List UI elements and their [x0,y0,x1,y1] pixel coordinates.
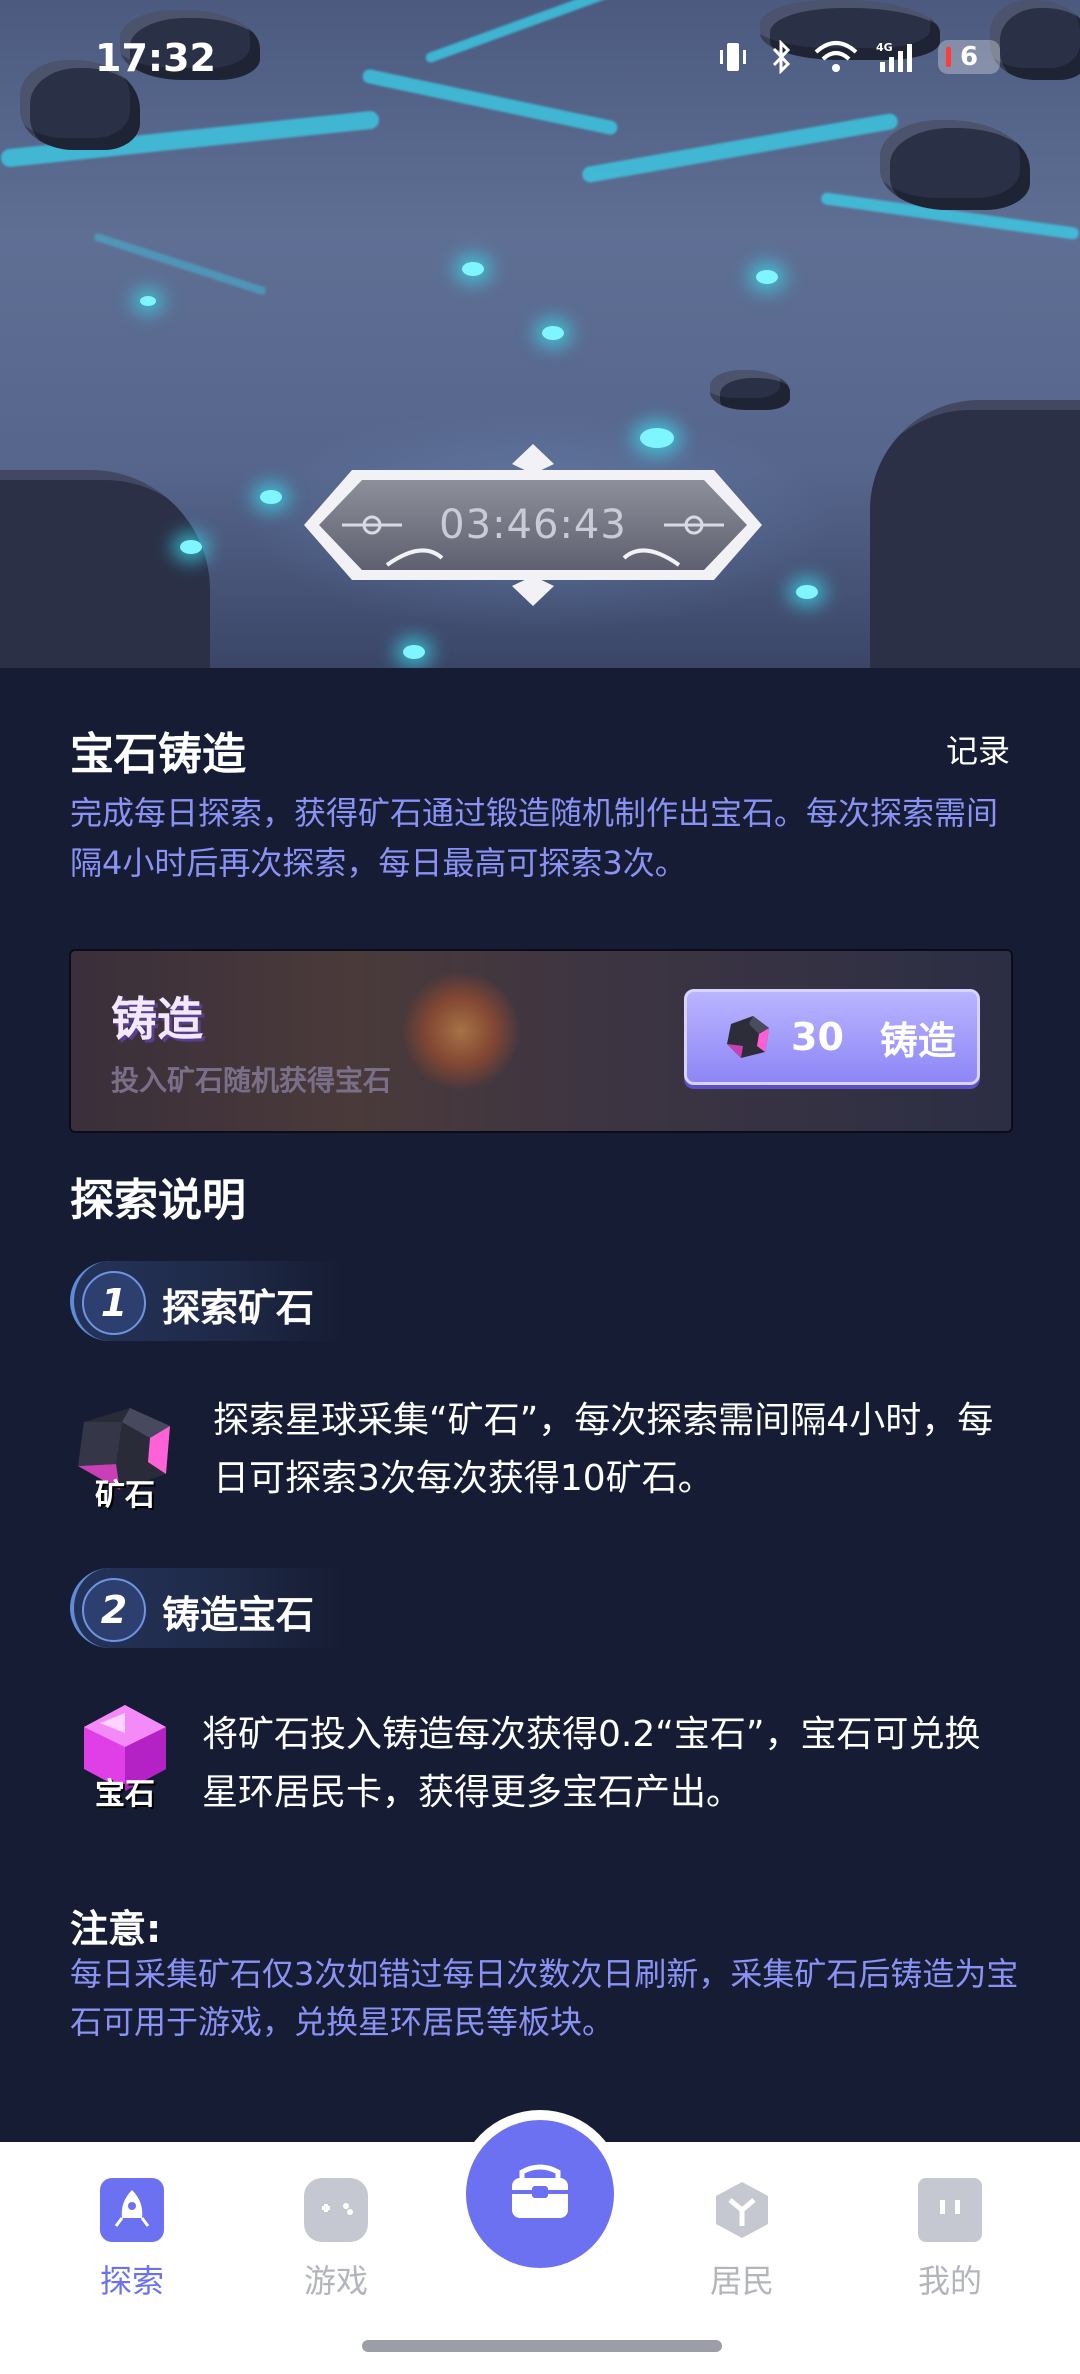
step-description: 将矿石投入铸造每次获得0.2“宝石”，宝石可兑换星环居民卡，获得更多宝石产出。 [202,1714,981,1813]
section-title: 探索说明 [70,1175,246,1226]
nav-profile[interactable]: 我的 [880,2178,1020,2302]
step-tag-1: 1 探索矿石 [70,1261,344,1341]
wifi-icon [814,40,858,74]
status-bar: 17:32 4G 6 [0,0,1080,120]
nav-label: 我的 [917,2262,982,2300]
nav-residents[interactable]: 居民 [672,2178,812,2302]
forge-cost: 30 [791,1015,844,1059]
nav-explore[interactable]: 探索 [62,2178,202,2302]
nav-label: 游戏 [303,2262,368,2300]
bluetooth-icon [766,39,796,75]
battery-level: 6 [959,42,979,72]
countdown-plaque: 03:46:43 [292,440,774,610]
vibrate-icon [718,40,748,74]
page-title: 宝石铸造 [70,729,246,780]
profile-icon [918,2178,982,2242]
gamepad-icon [304,2178,368,2242]
step-description: 探索星球采集“矿石”，每次探索需间隔4小时，每日可探索3次每次获得10矿石。 [213,1400,994,1499]
nav-games[interactable]: 游戏 [266,2178,406,2302]
countdown-timer: 03:46:43 [439,502,627,548]
treasure-chest-icon [512,2164,568,2218]
status-icons: 4G 6 [718,39,1000,75]
home-indicator[interactable] [362,2340,722,2352]
nav-label: 居民 [709,2262,774,2300]
gem-icon: 宝石 [70,1703,180,1813]
page-description: 完成每日探索，获得矿石通过锻造随机制作出宝石。每次探索需间隔4小时后再次探索，每… [70,794,999,882]
forge-center-button[interactable] [466,2120,614,2268]
ore-icon: 矿石 [70,1404,180,1514]
rocket-icon [100,2178,164,2242]
status-time: 17:32 [95,36,216,80]
step-label: 探索矿石 [162,1286,315,1330]
shield-icon [710,2178,774,2242]
battery-icon: 6 [938,40,1000,74]
icon-caption: 宝石 [95,1777,155,1812]
forge-fire-decoration [401,971,521,1091]
record-link[interactable]: 记录 [946,726,1010,772]
note-title: 注意: [70,1907,162,1951]
ore-icon [723,1014,773,1060]
step-label: 铸造宝石 [162,1593,315,1637]
network-type: 4G [876,41,893,54]
note-text: 每日采集矿石仅3次如错过每日次数次日刷新，采集矿石后铸造为宝石可用于游戏，兑换星… [70,1955,1019,2041]
signal-icon: 4G [876,40,920,74]
nav-label: 探索 [99,2262,164,2300]
icon-caption: 矿石 [95,1478,155,1513]
forge-label: 铸造 [111,992,203,1046]
step-number: 2 [82,1578,146,1642]
forge-button[interactable]: 30 铸造 [684,989,980,1085]
forge-button-label: 铸造 [879,1018,956,1063]
step-tag-2: 2 铸造宝石 [70,1568,344,1648]
forge-subtitle: 投入矿石随机获得宝石 [111,1064,392,1097]
step-number: 1 [82,1271,146,1335]
forge-banner: 铸造 投入矿石随机获得宝石 30 铸造 [69,949,1013,1133]
content-panel: 宝石铸造 记录 完成每日探索，获得矿石通过锻造随机制作出宝石。每次探索需间隔4小… [0,668,1080,2148]
